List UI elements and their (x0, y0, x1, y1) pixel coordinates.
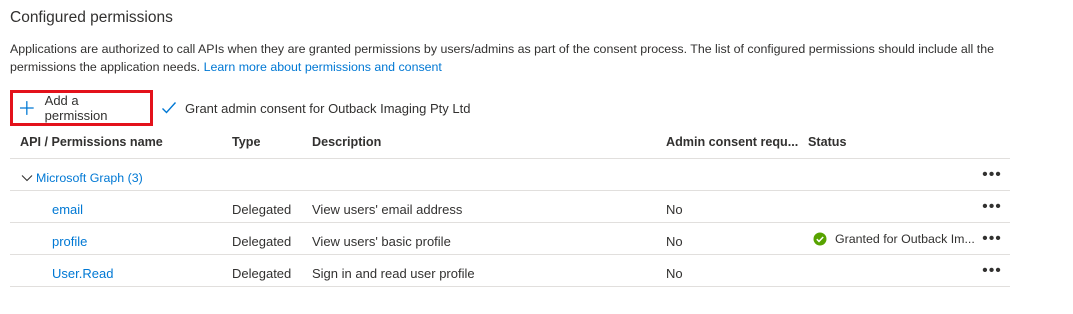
group-row-microsoft-graph: Microsoft Graph (3) ••• (10, 159, 1010, 191)
status-text: Granted for Outback Im... (835, 231, 975, 246)
plus-icon (19, 101, 34, 115)
table-row: profile Delegated View users' basic prof… (10, 223, 1010, 255)
more-actions-button[interactable]: ••• (980, 255, 1004, 286)
more-actions-button[interactable]: ••• (980, 159, 1004, 190)
column-header-description[interactable]: Description (312, 126, 381, 158)
admin-consent-required: No (666, 234, 683, 249)
more-icon: ••• (982, 197, 1002, 215)
admin-consent-required: No (666, 266, 683, 281)
column-header-admin-consent[interactable]: Admin consent requ... (666, 126, 801, 158)
column-header-status[interactable]: Status (808, 126, 847, 158)
page-title: Configured permissions (10, 9, 173, 26)
admin-consent-required: No (666, 202, 683, 217)
table-row: User.Read Delegated Sign in and read use… (10, 255, 1010, 287)
permission-description: View users' basic profile (312, 234, 451, 249)
permission-type: Delegated (232, 234, 292, 249)
more-actions-button[interactable]: ••• (980, 191, 1004, 222)
grant-admin-consent-label: Grant admin consent for Outback Imaging … (185, 100, 471, 116)
more-icon: ••• (982, 229, 1002, 247)
status-granted: Granted for Outback Im... (813, 223, 975, 254)
column-header-name[interactable]: API / Permissions name (20, 126, 163, 158)
more-icon: ••• (982, 165, 1002, 183)
permissions-table: API / Permissions name Type Description … (10, 126, 1010, 287)
table-header: API / Permissions name Type Description … (10, 126, 1010, 159)
column-header-type[interactable]: Type (232, 126, 260, 158)
learn-more-link[interactable]: Learn more about permissions and consent (204, 60, 442, 74)
checkmark-icon (162, 102, 177, 114)
more-icon: ••• (982, 261, 1002, 279)
chevron-down-icon (21, 174, 33, 181)
group-toggle[interactable]: Microsoft Graph (3) (20, 159, 143, 193)
group-label: Microsoft Graph (3) (36, 170, 143, 185)
permission-type: Delegated (232, 266, 292, 281)
table-row: email Delegated View users' email addres… (10, 191, 1010, 223)
permission-name-link[interactable]: profile (52, 223, 87, 257)
more-actions-button[interactable]: ••• (980, 223, 1004, 254)
description-text: Applications are authorized to call APIs… (10, 42, 994, 74)
permission-name-link[interactable]: email (52, 191, 83, 225)
add-permission-label: Add a permission (44, 93, 108, 123)
permission-type: Delegated (232, 202, 292, 217)
section-description: Applications are authorized to call APIs… (10, 40, 1020, 76)
toolbar: Add a permission Grant admin consent for… (10, 90, 470, 126)
grant-admin-consent-button[interactable]: Grant admin consent for Outback Imaging … (161, 90, 470, 126)
permission-description: View users' email address (312, 202, 463, 217)
permission-name-link[interactable]: User.Read (52, 255, 113, 289)
add-permission-button[interactable]: Add a permission (10, 90, 153, 126)
permission-description: Sign in and read user profile (312, 266, 475, 281)
granted-check-icon (813, 232, 827, 245)
